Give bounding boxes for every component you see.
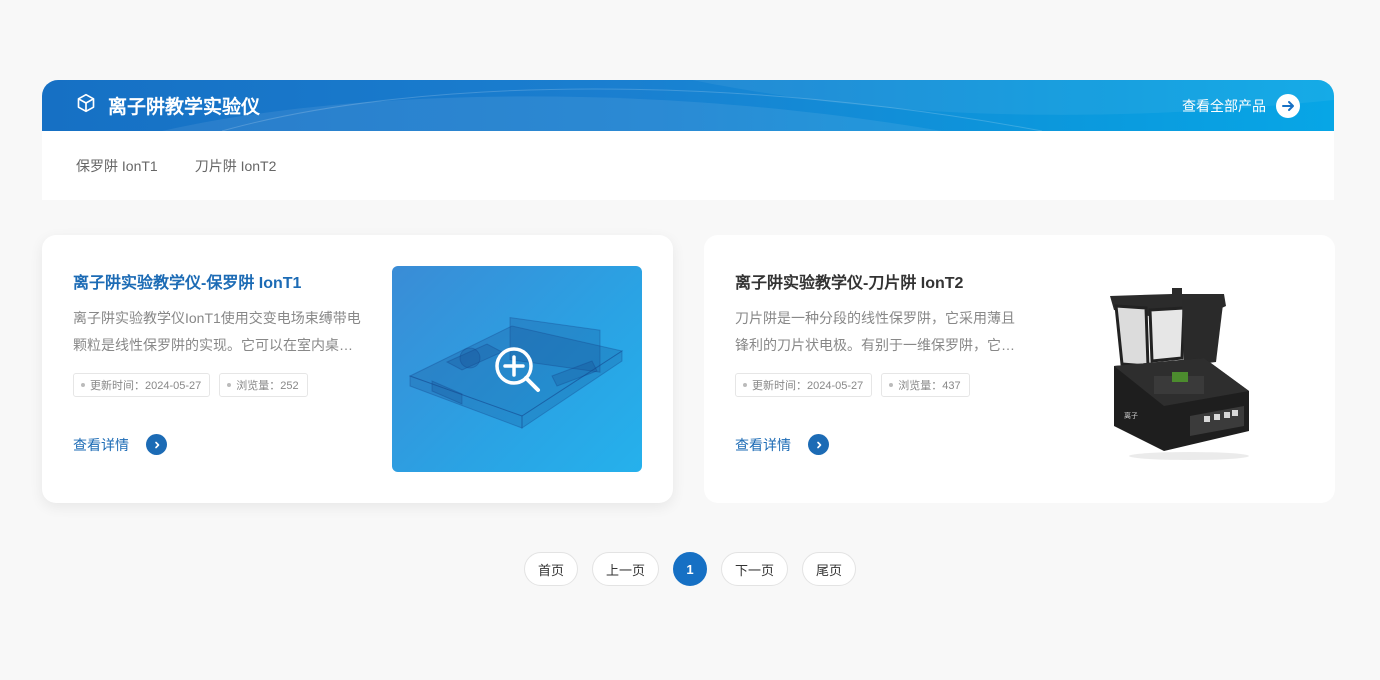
first-page-button[interactable]: 首页: [523, 552, 578, 586]
view-count-text: 浏览量：437: [898, 380, 961, 392]
product-card-iont2[interactable]: 离子阱实验教学仪-刀片阱 IonT2 刀片阱是一种分段的线性保罗阱，它采用薄且 …: [704, 235, 1335, 503]
zoom-in-icon: [495, 347, 540, 392]
view-details-label: 查看详情: [73, 436, 129, 453]
chevron-right-icon: [808, 434, 829, 455]
product-description: 离子阱实验教学仪IonT1使用交变电场束缚带电 颗粒是线性保罗阱的实现。它可以在…: [73, 305, 363, 359]
view-count-tag: 浏览量：437: [881, 373, 970, 397]
current-page-button[interactable]: 1: [673, 552, 707, 586]
update-time-tag: 更新时间：2024-05-27: [73, 373, 211, 397]
view-all-products-link[interactable]: 查看全部产品: [1182, 80, 1300, 131]
description-line: 颗粒是线性保罗阱的实现。它可以在室内桌…: [73, 337, 353, 353]
update-time-text: 更新时间：2024-05-27: [90, 380, 202, 392]
dot-icon: [81, 383, 85, 387]
product-meta: 更新时间：2024-05-27 浏览量：252: [73, 373, 308, 397]
product-image[interactable]: 离子: [1054, 266, 1304, 472]
product-title[interactable]: 离子阱实验教学仪-刀片阱 IonT2: [735, 269, 963, 293]
product-subcategory-tabs: 保罗阱 IonT1 刀片阱 IonT2: [42, 131, 1334, 200]
product-image-hover[interactable]: [392, 266, 642, 472]
description-line: 刀片阱是一种分段的线性保罗阱，它采用薄且: [735, 310, 1015, 326]
dot-icon: [227, 383, 232, 387]
prev-page-button[interactable]: 上一页: [591, 552, 659, 586]
pagination: 首页 上一页 1 下一页 尾页: [0, 552, 1380, 586]
arrow-right-icon: [1276, 93, 1300, 118]
view-count-tag: 浏览量：252: [219, 373, 308, 397]
last-page-button[interactable]: 尾页: [802, 552, 857, 586]
tab-iont1[interactable]: 保罗阱 IonT1: [76, 156, 158, 176]
description-line: 离子阱实验教学仪IonT1使用交变电场束缚带电: [73, 310, 361, 326]
device-photo: 离子: [1110, 288, 1249, 460]
view-count-text: 浏览量：252: [236, 380, 299, 392]
product-card-iont1[interactable]: 离子阱实验教学仪-保罗阱 IonT1 离子阱实验教学仪IonT1使用交变电场束缚…: [42, 235, 673, 503]
tab-iont2[interactable]: 刀片阱 IonT2: [195, 156, 277, 176]
product-title[interactable]: 离子阱实验教学仪-保罗阱 IonT1: [73, 269, 301, 293]
dot-icon: [743, 383, 747, 387]
next-page-button[interactable]: 下一页: [721, 552, 789, 586]
product-description: 刀片阱是一种分段的线性保罗阱，它采用薄且 锋利的刀片状电极。有别于一维保罗阱，它…: [735, 305, 1025, 359]
product-meta: 更新时间：2024-05-27 浏览量：437: [735, 373, 970, 397]
description-line: 锋利的刀片状电极。有别于一维保罗阱，它…: [735, 337, 1015, 353]
svg-text:离子: 离子: [1124, 411, 1138, 420]
view-details-link[interactable]: 查看详情: [735, 434, 829, 455]
view-details-label: 查看详情: [735, 436, 791, 453]
banner-title-text: 离子阱教学实验仪: [108, 97, 261, 118]
view-details-link[interactable]: 查看详情: [73, 434, 167, 455]
dot-icon: [889, 383, 894, 387]
update-time-text: 更新时间：2024-05-27: [752, 380, 864, 392]
chevron-right-icon: [146, 434, 167, 455]
banner-title: 离子阱教学实验仪: [76, 80, 260, 131]
category-banner: 离子阱教学实验仪 查看全部产品: [42, 80, 1334, 131]
update-time-tag: 更新时间：2024-05-27: [735, 373, 873, 397]
cube-icon: [76, 93, 96, 119]
view-all-label: 查看全部产品: [1182, 97, 1266, 114]
